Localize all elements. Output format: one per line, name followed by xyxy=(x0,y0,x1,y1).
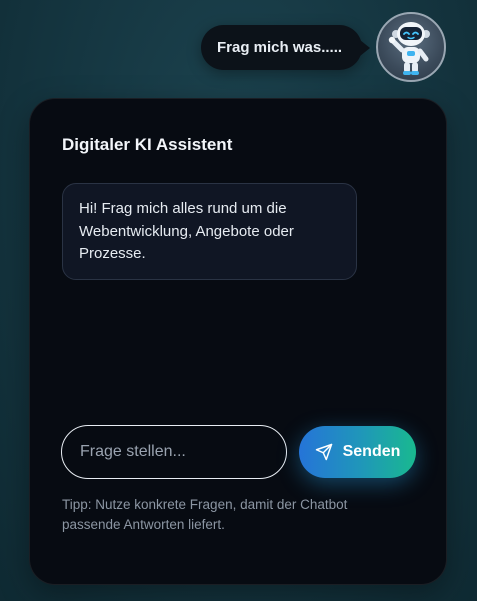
chatbot-avatar-button[interactable] xyxy=(376,12,446,82)
send-icon xyxy=(315,443,333,461)
question-input[interactable] xyxy=(61,425,287,479)
tip-text: Tipp: Nutze konkrete Fragen, damit der C… xyxy=(62,497,348,532)
send-button[interactable]: Senden xyxy=(299,426,416,478)
launcher-speech-bubble[interactable]: Frag mich was..... xyxy=(201,25,370,70)
chat-panel: Digitaler KI Assistent Hi! Frag mich all… xyxy=(29,98,447,585)
bot-message: Hi! Frag mich alles rund um die Webentwi… xyxy=(62,183,357,280)
launcher-bubble-text: Frag mich was..... xyxy=(217,39,343,56)
send-button-label: Senden xyxy=(342,443,401,460)
chat-title: Digitaler KI Assistent xyxy=(62,135,233,154)
robot-icon xyxy=(388,22,430,75)
speech-bubble-tail xyxy=(360,40,370,56)
